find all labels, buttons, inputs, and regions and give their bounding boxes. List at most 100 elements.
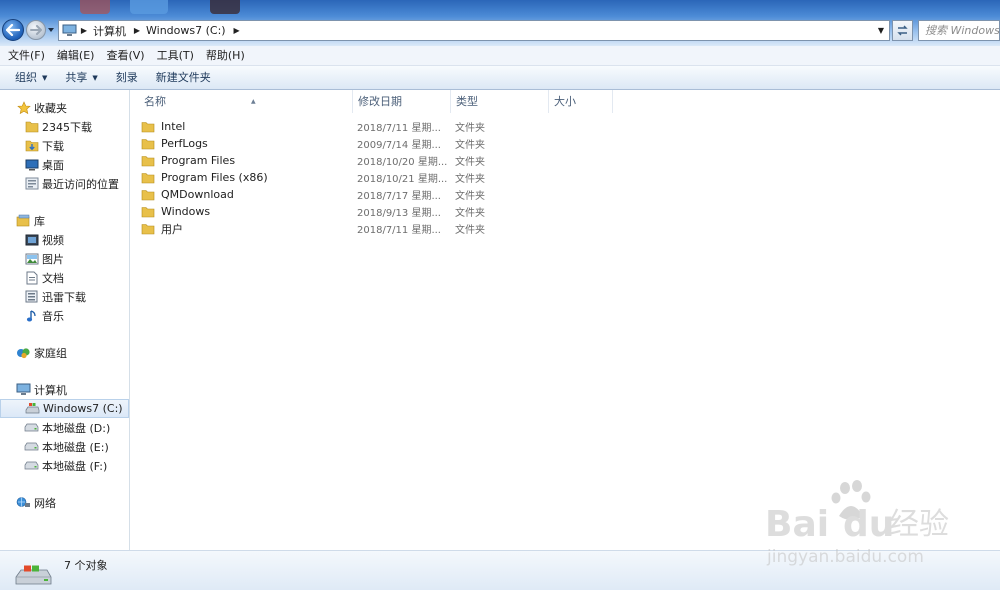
nav-label: 家庭组 [34,346,67,360]
burn-button[interactable]: 刻录 [107,67,147,89]
title-address-bar: ▶ 计算机 ▶ Windows7 (C:) ▶ ▼ 搜索 Windows7 (C… [0,0,1000,46]
back-button[interactable] [2,19,24,41]
network-icon [16,496,31,510]
system-drive-icon [15,565,52,585]
nav-label: 视频 [42,233,64,247]
menu-edit[interactable]: 编辑(E) [51,46,101,66]
file-row[interactable]: QMDownload 2018/7/17 星期... 文件夹 [141,186,611,203]
nav-favorites[interactable]: 收藏夹 [0,98,129,117]
menu-help[interactable]: 帮助(H) [200,46,251,66]
nav-computer[interactable]: 计算机 [0,380,129,399]
file-type: 文件夹 [455,208,485,219]
nav-item-drive-d[interactable]: 本地磁盘 (D:) [0,418,129,437]
menu-tools[interactable]: 工具(T) [151,46,200,66]
menu-file[interactable]: 文件(F) [2,46,51,66]
file-row[interactable]: Program Files (x86) 2018/10/21 星期... 文件夹 [141,169,611,186]
new-folder-button[interactable]: 新建文件夹 [147,67,220,89]
file-date: 2018/9/13 星期... [357,208,441,219]
nav-item-thunder-downloads[interactable]: 迅雷下载 [0,287,129,306]
search-input[interactable]: 搜索 Windows7 (C:) [918,20,1000,41]
share-button[interactable]: 共享 ▼ [56,67,106,89]
folder-icon [141,188,155,201]
file-type: 文件夹 [455,123,485,134]
nav-label: 文档 [42,271,64,285]
file-row[interactable]: Windows 2018/9/13 星期... 文件夹 [141,203,611,220]
nav-item-drive-e[interactable]: 本地磁盘 (E:) [0,437,129,456]
file-name: Program Files [161,154,236,167]
breadcrumb-chevron-icon[interactable]: ▶ [132,26,142,35]
nav-item-pictures[interactable]: 图片 [0,249,129,268]
nav-item-2345-download[interactable]: 2345下载 [0,117,129,136]
menu-view[interactable]: 查看(V) [100,46,150,66]
nav-label: 最近访问的位置 [42,177,119,191]
nav-item-drive-f[interactable]: 本地磁盘 (F:) [0,456,129,475]
address-history-dropdown-icon[interactable]: ▼ [873,21,889,40]
breadcrumb-drive-c[interactable]: Windows7 (C:) [142,24,232,37]
file-name: 用户 [161,222,183,236]
forward-arrow-icon [30,25,42,35]
star-icon [16,100,31,115]
file-name: Intel [161,120,186,133]
recent-places-icon [24,177,39,191]
forward-button[interactable] [26,20,46,40]
nav-item-music[interactable]: 音乐 [0,306,129,325]
object-count: 7 个对象 [64,559,108,572]
nav-label: 计算机 [34,383,67,397]
file-row[interactable]: PerfLogs 2009/7/14 星期... 文件夹 [141,135,611,152]
column-header-size[interactable]: 大小 [549,90,613,113]
file-date: 2018/7/11 星期... [357,123,441,134]
nav-network[interactable]: 网络 [0,493,129,512]
file-date: 2018/10/20 星期... [357,157,448,168]
file-name: QMDownload [161,188,234,201]
nav-label: 收藏夹 [34,101,67,115]
organize-label: 组织 [15,70,37,84]
folder-icon [141,120,155,133]
menu-bar: 文件(F) 编辑(E) 查看(V) 工具(T) 帮助(H) [0,46,1000,66]
column-header-modified[interactable]: 修改日期 [353,90,451,113]
file-date: 2018/7/17 星期... [357,191,441,202]
file-type: 文件夹 [455,157,485,168]
nav-label: 下载 [42,139,64,153]
nav-label: 库 [34,214,45,228]
nav-item-drive-c[interactable]: Windows7 (C:) [0,399,129,418]
file-type: 文件夹 [455,225,485,236]
library-icon [16,214,31,228]
file-type: 文件夹 [455,174,485,185]
chevron-down-icon: ▼ [92,73,98,82]
file-type: 文件夹 [455,191,485,202]
watermark-url: jingyan.baidu.com [766,547,924,567]
recent-pages-dropdown-icon[interactable] [47,26,55,34]
nav-item-videos[interactable]: 视频 [0,230,129,249]
breadcrumb-chevron-icon[interactable]: ▶ [232,26,242,35]
refresh-icon [897,25,908,36]
nav-label: Windows7 (C:) [43,402,123,415]
address-box[interactable]: ▶ 计算机 ▶ Windows7 (C:) ▶ ▼ [58,20,890,41]
command-toolbar: 组织 ▼ 共享 ▼ 刻录 新建文件夹 [0,66,1000,90]
nav-libraries[interactable]: 库 [0,211,129,230]
nav-homegroup[interactable]: 家庭组 [0,343,129,362]
hard-drive-icon [24,459,39,473]
nav-item-documents[interactable]: 文档 [0,268,129,287]
column-header-type[interactable]: 类型 [451,90,549,113]
computer-icon [16,383,31,397]
back-arrow-icon [6,24,20,36]
nav-item-recent-places[interactable]: 最近访问的位置 [0,174,129,193]
breadcrumb-computer[interactable]: 计算机 [89,23,132,39]
watermark-jingyan-text: 经验 [889,507,949,542]
folder-icon [141,171,155,184]
file-name: Program Files (x86) [161,171,268,184]
file-row[interactable]: 用户 2018/7/11 星期... 文件夹 [141,220,611,237]
computer-icon [59,21,79,40]
file-date: 2018/10/21 星期... [357,174,448,185]
column-header-name[interactable]: 名称 ▲ [139,90,353,113]
background-window-fragment [130,0,168,14]
breadcrumb-chevron-icon[interactable]: ▶ [79,26,89,35]
file-row[interactable]: Intel 2018/7/11 星期... 文件夹 [141,118,611,135]
refresh-button[interactable] [892,20,913,41]
nav-label: 音乐 [42,309,64,323]
watermark-brand-text: du [843,504,894,545]
nav-item-desktop[interactable]: 桌面 [0,155,129,174]
organize-button[interactable]: 组织 ▼ [6,67,56,89]
file-row[interactable]: Program Files 2018/10/20 星期... 文件夹 [141,152,611,169]
nav-item-downloads[interactable]: 下载 [0,136,129,155]
